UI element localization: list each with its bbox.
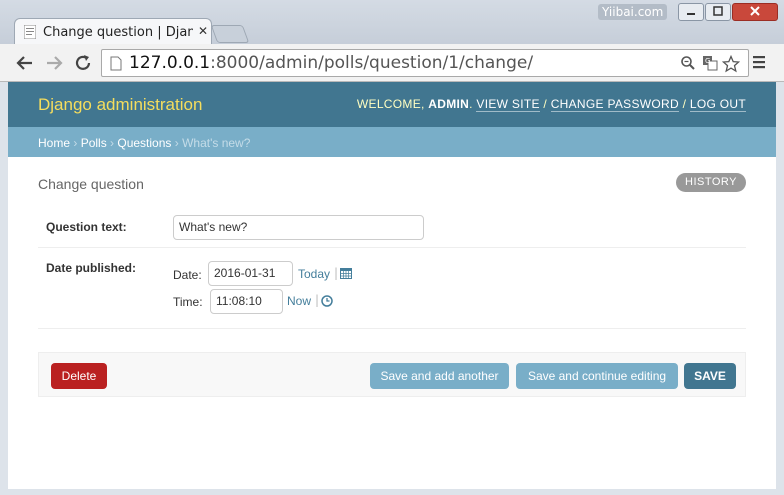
minimize-icon: [687, 13, 695, 15]
save-button[interactable]: SAVE: [684, 363, 736, 389]
browser-toolbar: 127.0.0.1:8000/admin/polls/question/1/ch…: [0, 44, 784, 82]
minimize-button[interactable]: [678, 3, 704, 21]
tab-title: Change question | Djang: [43, 25, 193, 40]
title-bar: Change question | Djang ✕ Yiibai.com: [0, 0, 784, 46]
page-icon: [110, 56, 122, 71]
clock-icon[interactable]: [321, 295, 333, 307]
date-label: Date:: [173, 268, 202, 282]
logout-link[interactable]: LOG OUT: [689, 97, 746, 112]
now-link[interactable]: Now: [287, 294, 311, 308]
username: ADMIN: [428, 97, 470, 111]
admin-header: Django administration WELCOME, ADMIN. VI…: [8, 82, 776, 127]
translate-icon[interactable]: G: [702, 55, 718, 71]
menu-icon[interactable]: [752, 55, 766, 69]
breadcrumb-questions[interactable]: Questions: [117, 136, 171, 150]
save-add-another-button[interactable]: Save and add another: [370, 363, 509, 389]
maximize-icon: [713, 6, 723, 16]
new-tab-button[interactable]: [210, 25, 250, 43]
question-text-label: Question text:: [46, 220, 127, 234]
window-frame-left: [0, 82, 8, 495]
browser-chrome: Change question | Djang ✕ Yiibai.com 127…: [0, 0, 784, 82]
forward-arrow-icon[interactable]: [44, 53, 64, 73]
close-icon: [750, 6, 760, 16]
breadcrumb-polls[interactable]: Polls: [81, 136, 107, 150]
svg-text:G: G: [705, 57, 710, 65]
question-text-input[interactable]: What's new?: [173, 215, 424, 240]
calendar-icon[interactable]: [340, 267, 352, 279]
save-continue-button[interactable]: Save and continue editing: [516, 363, 678, 389]
time-label: Time:: [173, 295, 203, 309]
breadcrumb-home[interactable]: Home: [38, 136, 70, 150]
site-branding[interactable]: Django administration: [38, 95, 202, 115]
zoom-icon[interactable]: [680, 55, 696, 71]
star-icon[interactable]: [722, 55, 740, 73]
question-text-row: Question text: What's new?: [38, 207, 746, 248]
user-tools: WELCOME, ADMIN. VIEW SITE / CHANGE PASSW…: [356, 97, 746, 112]
address-bar[interactable]: 127.0.0.1:8000/admin/polls/question/1/ch…: [101, 49, 749, 77]
back-arrow-icon[interactable]: [15, 53, 35, 73]
submit-row: Delete Save and add another Save and con…: [38, 352, 746, 397]
url-text[interactable]: 127.0.0.1:8000/admin/polls/question/1/ch…: [129, 53, 533, 73]
url-host: 127.0.0.1: [129, 53, 211, 73]
breadcrumb: Home › Polls › Questions › What's new?: [8, 127, 776, 157]
shortcut-separator: |: [334, 266, 339, 280]
today-link[interactable]: Today: [298, 267, 330, 281]
change-password-link[interactable]: CHANGE PASSWORD: [550, 97, 679, 112]
delete-button[interactable]: Delete: [51, 363, 107, 389]
watermark: Yiibai.com: [598, 4, 668, 20]
view-site-link[interactable]: VIEW SITE: [476, 97, 540, 112]
browser-tab[interactable]: Change question | Djang ✕: [14, 18, 212, 46]
maximize-button[interactable]: [705, 3, 731, 21]
window-frame-bottom: [0, 489, 784, 495]
history-button[interactable]: HISTORY: [676, 173, 746, 192]
time-input[interactable]: 11:08:10: [210, 289, 283, 314]
shortcut-separator: |: [315, 293, 320, 307]
main-content: Change question HISTORY Question text: W…: [8, 157, 776, 489]
welcome-text: WELCOME,: [356, 97, 425, 111]
url-path: :8000/admin/polls/question/1/change/: [210, 53, 534, 73]
reload-icon[interactable]: [73, 53, 93, 73]
django-favicon-icon: [24, 25, 36, 39]
tab-close-icon[interactable]: ✕: [198, 24, 208, 38]
date-published-row: Date published: Date: 2016-01-31 Today |…: [38, 248, 746, 329]
date-published-label: Date published:: [46, 261, 137, 275]
window-frame-right: [776, 82, 784, 495]
page-title: Change question: [38, 176, 144, 192]
breadcrumb-current: What's new?: [182, 136, 251, 150]
close-window-button[interactable]: [732, 3, 778, 21]
date-input[interactable]: 2016-01-31: [208, 261, 293, 286]
